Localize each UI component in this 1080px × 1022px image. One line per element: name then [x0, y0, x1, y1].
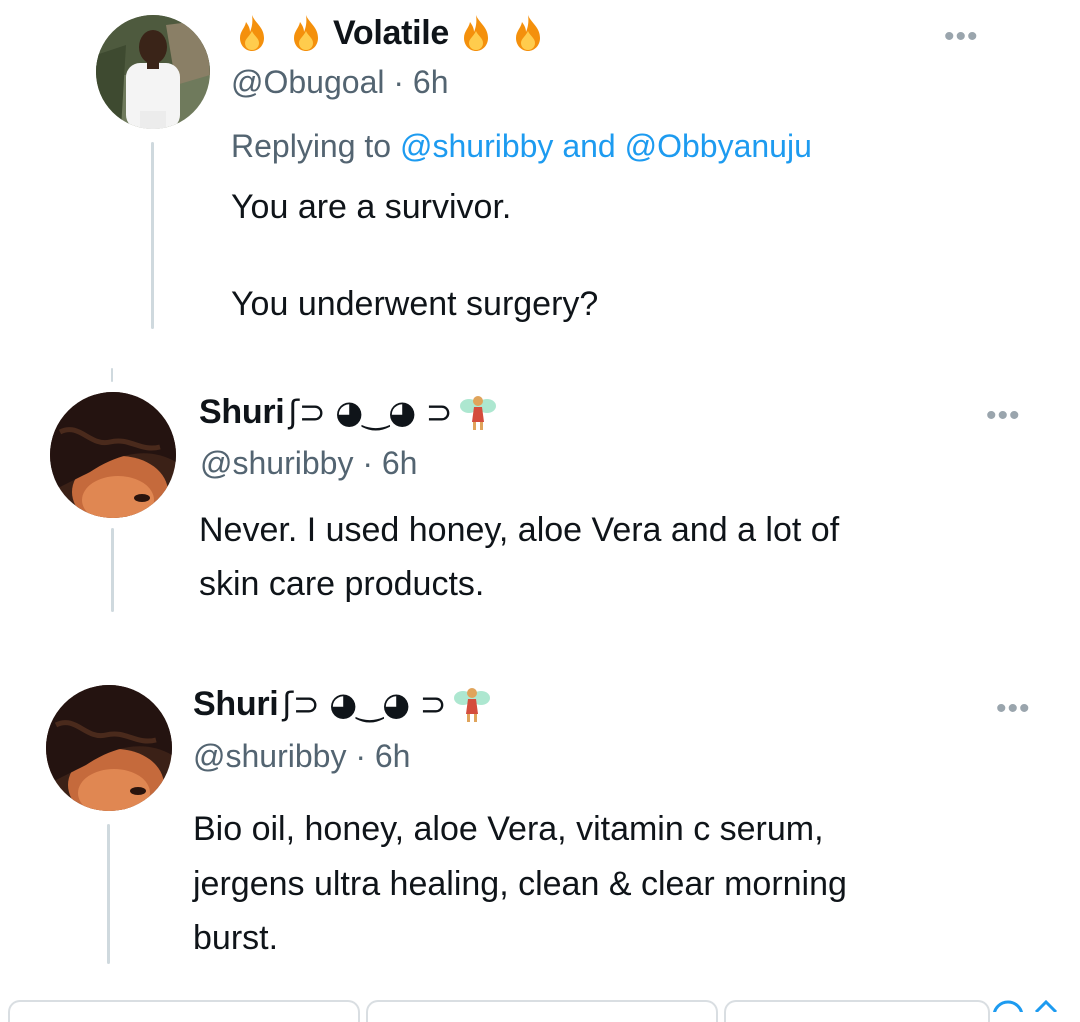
bottom-panel	[366, 1000, 718, 1022]
separator: ·	[355, 738, 366, 774]
bottom-panel	[724, 1000, 990, 1022]
handle[interactable]: @Obugoal	[231, 64, 384, 100]
avatar-shuri[interactable]	[50, 392, 176, 518]
display-name[interactable]: Shuri	[199, 393, 285, 432]
kaomoji: ʃ⊃ ◕‿◕ ⊃	[282, 685, 447, 723]
bottom-panel	[8, 1000, 360, 1022]
thread-line	[107, 824, 110, 964]
thread-line	[111, 368, 113, 382]
mention-link[interactable]: @shuribby	[400, 128, 553, 164]
display-name[interactable]: Volatile	[333, 14, 449, 53]
timestamp[interactable]: 6h	[413, 64, 449, 100]
display-name[interactable]: Shuri	[193, 685, 279, 724]
mention-link[interactable]: @Obbyanuju	[625, 128, 812, 164]
fairy-icon	[454, 688, 491, 722]
avatar-volatile[interactable]	[96, 15, 210, 129]
separator: ·	[393, 64, 405, 100]
thread-line	[111, 528, 114, 612]
share-icon[interactable]	[992, 1000, 1072, 1012]
fire-icon	[294, 15, 318, 51]
thread-line	[151, 142, 154, 329]
timestamp[interactable]: 6h	[382, 445, 418, 481]
fire-icon	[516, 15, 541, 51]
separator: ·	[362, 445, 373, 481]
tweet-text-line: skin care products.	[199, 565, 485, 603]
tweet-text-line: Never. I used honey, aloe Vera and a lot…	[199, 511, 840, 549]
fairy-icon	[460, 396, 497, 430]
timestamp[interactable]: 6h	[375, 738, 411, 774]
avatar-shuri[interactable]	[46, 685, 172, 811]
handle-time: @Obugoal · 6h	[231, 64, 449, 101]
handle[interactable]: @shuribby	[200, 445, 353, 481]
fire-icon	[240, 15, 264, 51]
tweet-text-line: Bio oil, honey, aloe Vera, vitamin c ser…	[193, 810, 824, 848]
author-name[interactable]: Shuri ʃ⊃ ◕‿◕ ⊃	[199, 392, 498, 432]
handle-time: @shuribby · 6h	[193, 738, 410, 775]
more-options-icon[interactable]: •••	[986, 401, 1021, 431]
handle[interactable]: @shuribby	[193, 738, 346, 774]
tweet-text-line: jergens ultra healing, clean & clear mor…	[193, 865, 847, 903]
fire-icon	[464, 15, 489, 51]
kaomoji: ʃ⊃ ◕‿◕ ⊃	[288, 393, 453, 431]
replying-to: Replying to @shuribby and @Obbyanuju	[231, 128, 812, 165]
replying-prefix: Replying to	[231, 128, 392, 164]
handle-time: @shuribby · 6h	[200, 445, 417, 482]
more-options-icon[interactable]: •••	[944, 22, 979, 52]
tweet-text-line: You are a survivor.	[231, 188, 512, 226]
tweet-text-line: burst.	[193, 919, 279, 957]
tweet-text-line: You underwent surgery?	[231, 285, 599, 323]
author-name[interactable]: Shuri ʃ⊃ ◕‿◕ ⊃	[193, 684, 492, 724]
author-name[interactable]: Volatile	[233, 13, 547, 53]
more-options-icon[interactable]: •••	[996, 694, 1031, 724]
replying-and[interactable]: and	[562, 128, 615, 164]
